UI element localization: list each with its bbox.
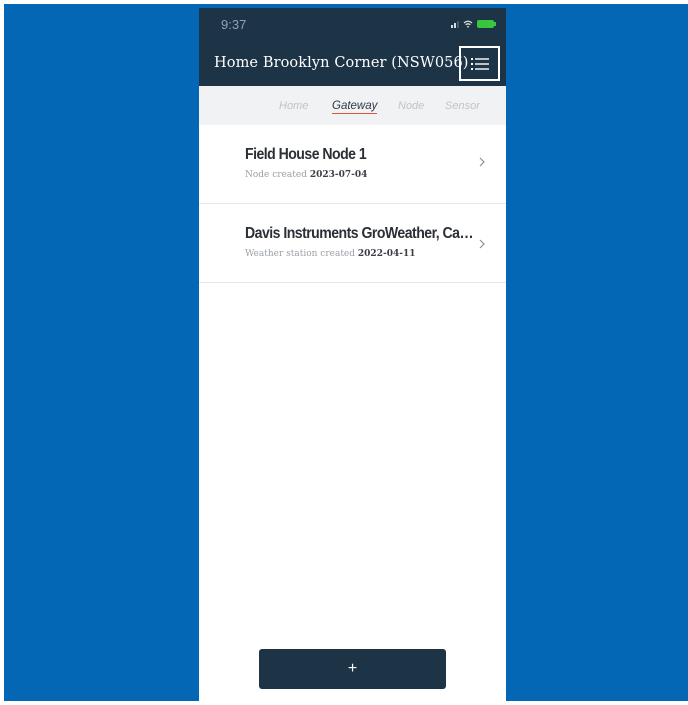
status-icons	[451, 20, 496, 28]
list-icon	[470, 57, 489, 70]
battery-icon	[477, 20, 496, 28]
tab-gateway[interactable]: Gateway	[332, 100, 378, 114]
phone-screen: 9:37 Home Brooklyn Corner (NSW056) Home …	[199, 8, 506, 705]
item-subtitle: Node created 2023-07-04	[245, 170, 367, 180]
list-item[interactable]: Field House Node 1 Node created 2023-07-…	[199, 125, 506, 204]
tab-bar: Home Gateway Node Sensor	[199, 86, 506, 125]
item-subtitle-prefix: Weather station created	[245, 249, 356, 259]
page-title: Home Brooklyn Corner (NSW056)	[214, 55, 469, 71]
menu-button[interactable]	[459, 46, 500, 81]
tab-home[interactable]: Home	[279, 100, 308, 112]
signal-icon	[451, 20, 459, 28]
item-subtitle-prefix: Node created	[245, 170, 307, 180]
chevron-right-icon	[479, 239, 485, 249]
tab-node[interactable]: Node	[398, 100, 424, 112]
list-item[interactable]: Davis Instruments GroWeather, Cabl... We…	[199, 204, 506, 283]
add-button[interactable]: +	[259, 649, 446, 689]
gateway-list: Field House Node 1 Node created 2023-07-…	[199, 125, 506, 283]
status-time: 9:37	[221, 17, 247, 32]
item-title: Davis Instruments GroWeather, Cabl...	[245, 225, 474, 242]
app-header: Home Brooklyn Corner (NSW056)	[199, 42, 506, 86]
wifi-icon	[463, 20, 473, 28]
status-bar: 9:37	[199, 8, 506, 42]
item-subtitle: Weather station created 2022-04-11	[245, 249, 415, 259]
item-date: 2023-07-04	[309, 170, 368, 180]
chevron-right-icon	[479, 157, 485, 167]
item-date: 2022-04-11	[357, 249, 416, 259]
background-canvas: 9:37 Home Brooklyn Corner (NSW056) Home …	[4, 4, 688, 705]
item-title: Field House Node 1	[245, 146, 367, 163]
tab-sensor[interactable]: Sensor	[445, 100, 480, 112]
